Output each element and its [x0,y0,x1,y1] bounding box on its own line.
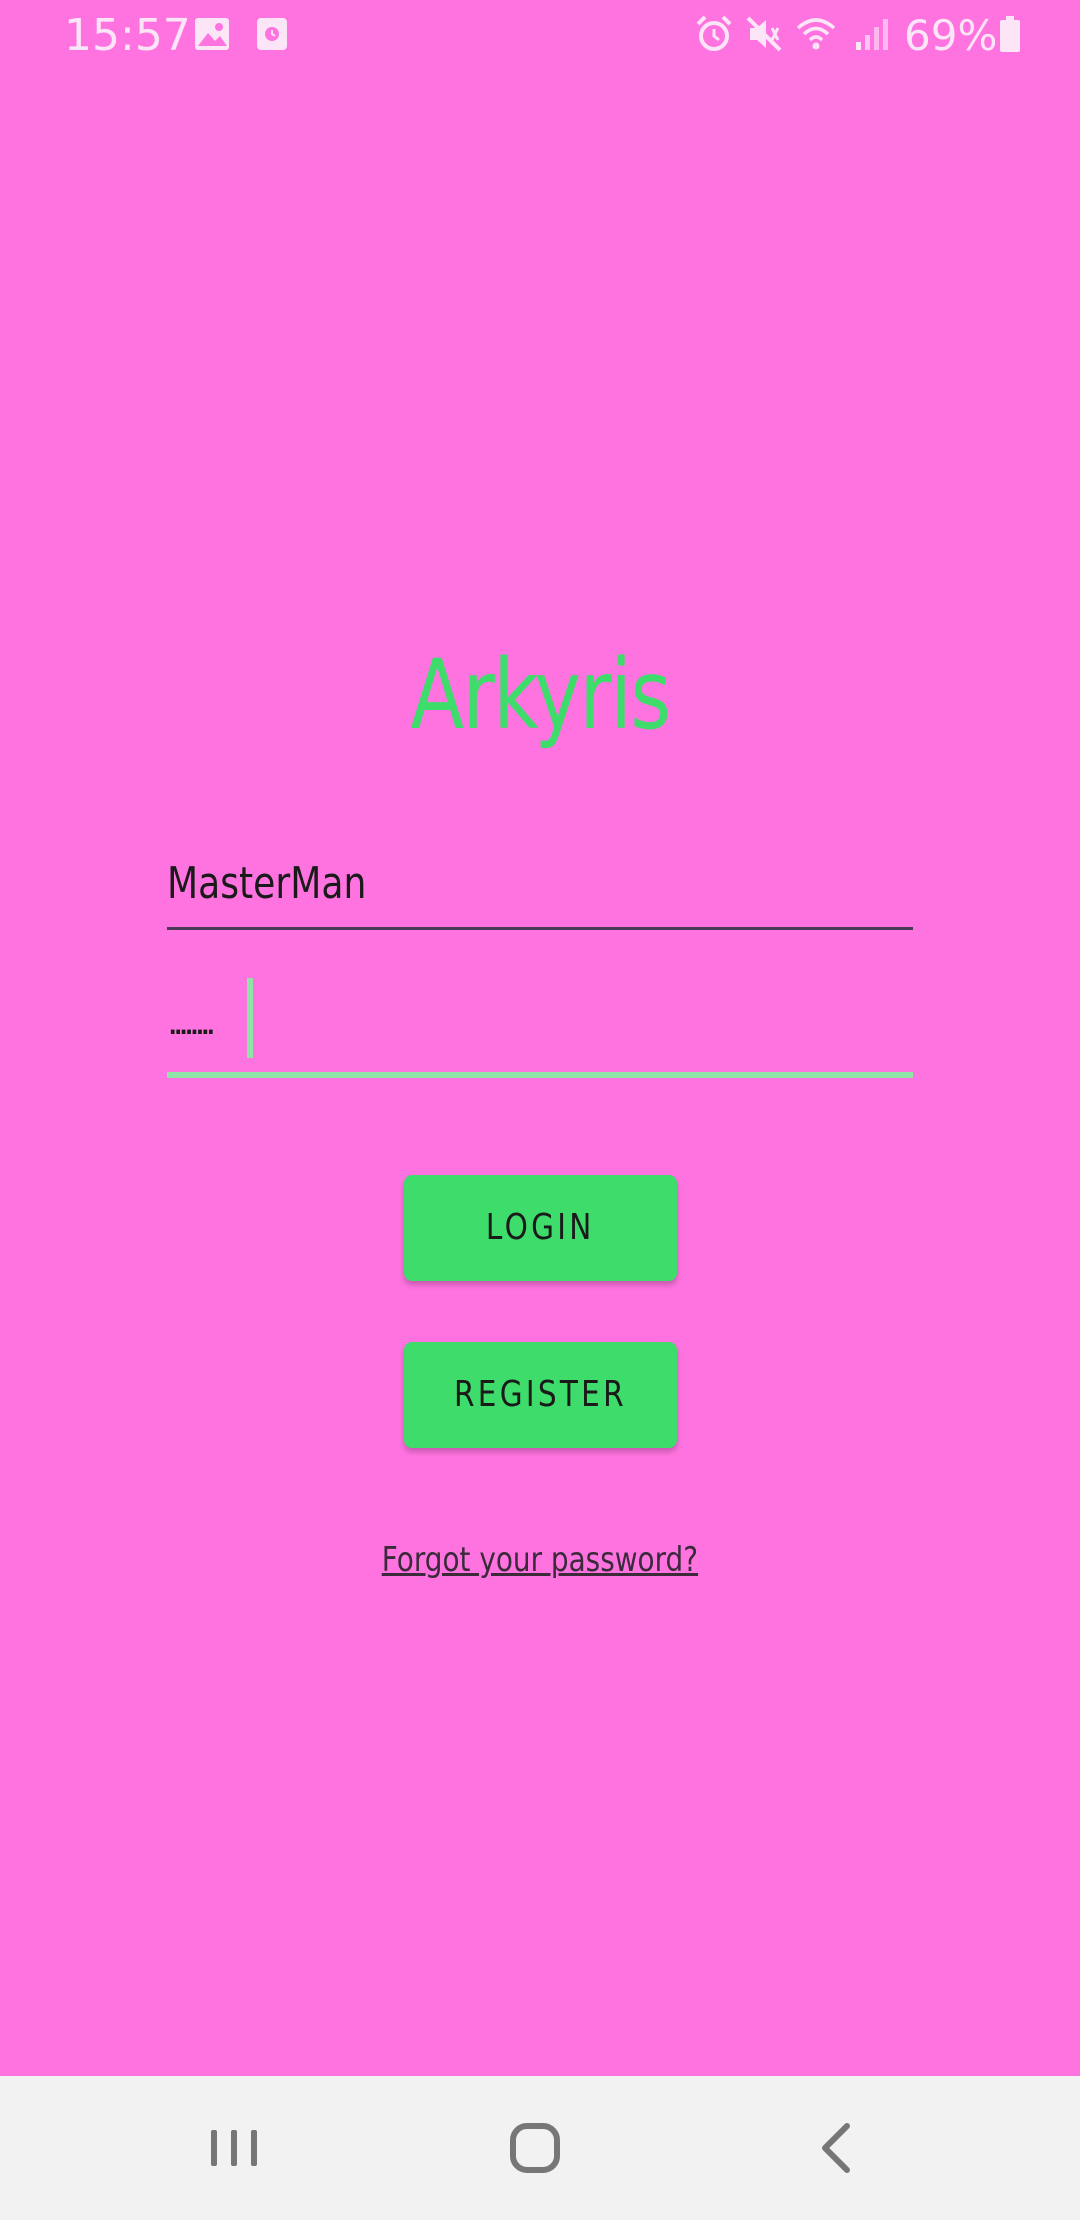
battery-icon [1000,16,1020,52]
forgot-password-label: Forgot your password? [381,1540,699,1580]
register-button-label: REGISTER [454,1374,627,1415]
back-icon[interactable] [797,2108,877,2188]
username-field[interactable]: MasterMan [167,845,913,930]
status-bar: 15:57 69% [0,0,1080,75]
app-title: Arkyris [410,639,671,751]
login-button-label: LOGIN [486,1207,595,1248]
navigation-bar [0,2076,1080,2220]
username-value: MasterMan [167,858,367,909]
gallery-icon [195,18,229,50]
password-field[interactable]: ........ [167,978,913,1078]
mute-icon [746,16,782,52]
login-button[interactable]: LOGIN [404,1175,677,1281]
recent-apps-icon[interactable] [194,2108,274,2188]
battery-percentage: 69% [904,11,998,60]
signal-icon [856,19,888,50]
password-value: ........ [167,1002,216,1043]
home-icon[interactable] [495,2108,575,2188]
wifi-icon [796,18,836,50]
alarm-icon [696,15,732,51]
text-cursor [247,978,253,1058]
forgot-password-link[interactable]: Forgot your password? [0,1532,1080,1588]
register-button[interactable]: REGISTER [404,1342,677,1448]
screen-recorder-icon [257,18,287,50]
status-time: 15:57 [64,10,191,61]
